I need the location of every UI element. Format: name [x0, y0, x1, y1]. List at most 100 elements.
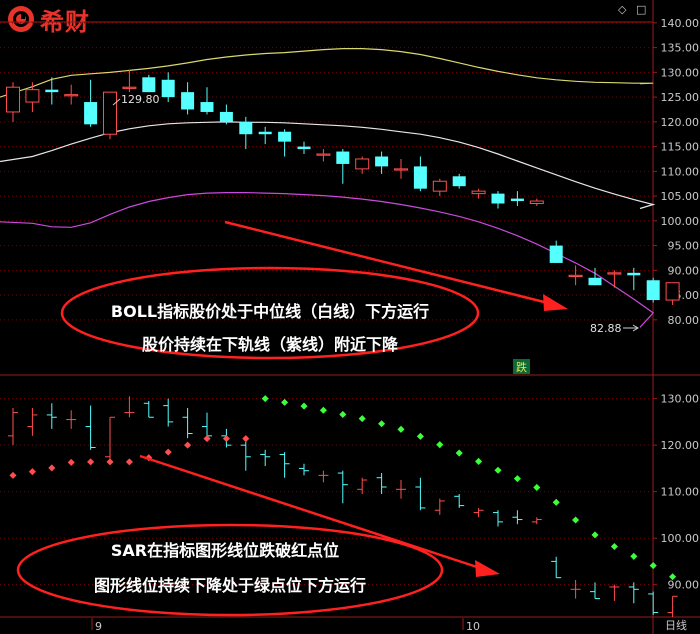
price-tick-label: 95.00	[668, 240, 700, 253]
sar-dot-green	[610, 542, 618, 551]
sar-price-bar	[531, 517, 542, 525]
candle	[84, 79, 98, 127]
sar-price-bar	[337, 470, 348, 504]
sar-price-bar	[396, 480, 406, 499]
sar-annotation-line2: 图形线位持续下降处于绿点位下方运行	[94, 576, 366, 595]
boll-annotation-arrow	[224, 220, 549, 305]
sar-dot-red	[242, 435, 250, 443]
sar-price-bar	[590, 582, 600, 600]
date-label-10: 10	[466, 620, 480, 633]
sar-price-bar	[85, 405, 96, 450]
sar-price-bar	[8, 407, 18, 446]
candle-body	[258, 131, 272, 135]
candle-body	[491, 193, 505, 204]
price-grid	[0, 22, 653, 321]
sar-dot-green	[455, 449, 463, 457]
candle-body	[355, 158, 370, 170]
sar-dot-red	[9, 471, 17, 479]
candle-body	[122, 86, 137, 89]
sar-tick-label: 120.00	[661, 439, 700, 452]
price-tick-label: 120.00	[661, 116, 700, 129]
sar-dot-green	[319, 406, 327, 414]
fall-tag-label: 跌	[516, 360, 527, 374]
sar-price-bar	[27, 407, 38, 436]
sar-price-bar	[260, 449, 271, 467]
candle-body	[413, 166, 427, 189]
sar-dot-red	[164, 448, 172, 456]
sar-dot-green	[591, 531, 599, 539]
candle-body	[64, 94, 79, 97]
candle-body	[200, 102, 214, 112]
sar-dot-green	[494, 466, 502, 474]
period-label: 日线	[665, 618, 687, 632]
candle-body	[181, 92, 195, 110]
candle-body	[432, 180, 447, 192]
candle-body	[25, 89, 40, 103]
sar-price-bar	[357, 477, 368, 494]
sar-price-bar	[434, 498, 445, 515]
sar-price-bar	[667, 595, 678, 618]
sar-dot-red	[87, 458, 95, 466]
candle	[200, 87, 214, 115]
candle-body	[103, 91, 117, 135]
sar-dot-green	[378, 420, 386, 428]
candle	[529, 198, 544, 206]
high-price-label: 129.80	[121, 93, 160, 106]
sar-price-bar	[628, 582, 639, 604]
price-tick-label: 140.00	[661, 17, 700, 30]
candle	[64, 84, 79, 105]
candle-body	[588, 277, 602, 286]
price-tick-label: 105.00	[661, 190, 700, 203]
candle-body	[510, 198, 524, 202]
candle	[394, 158, 408, 179]
price-tick-label: 130.00	[661, 66, 700, 79]
stock-chart: 80.0085.0090.0095.00100.00105.00110.0011…	[0, 0, 700, 634]
price-tick-label: 135.00	[661, 42, 700, 55]
sar-price-bar	[182, 407, 193, 439]
sar-dot-green	[513, 475, 521, 483]
candle	[471, 188, 486, 199]
boll-arrow-head-icon	[543, 294, 568, 311]
price-tick-label: 125.00	[661, 91, 700, 104]
sar-dot-green	[630, 552, 638, 560]
boll-upper-line	[0, 47, 654, 98]
sar-price-bar	[609, 584, 620, 601]
candle	[297, 141, 311, 155]
sar-dot-red	[106, 458, 114, 466]
candle-body	[452, 176, 466, 187]
sar-price-bar	[143, 400, 154, 418]
candle-body	[529, 200, 544, 205]
sar-tick-label: 110.00	[661, 486, 700, 499]
candle	[142, 74, 156, 93]
sar-y-axis: 90.00 100.00 110.00 120.00 130.00	[653, 393, 699, 592]
candle-body	[471, 190, 486, 195]
sar-price-bar	[318, 470, 329, 483]
price-tick-label: 100.00	[661, 215, 700, 228]
sar-dot-green	[572, 516, 580, 524]
sar-dot-green	[416, 432, 424, 440]
sar-price-bar	[202, 412, 212, 439]
last-price-label: 82.88	[590, 322, 622, 335]
candle	[25, 82, 40, 112]
chart-window: 希财 ◇ □ 80.00 85.00 90.00 95.00 100.00 105.00 1…	[0, 0, 700, 634]
price-y-axis: 80.0085.0090.0095.00100.00105.00110.0011…	[653, 17, 699, 327]
sar-price-bar	[512, 510, 523, 525]
candle-body	[394, 168, 408, 171]
sar-dot-green	[552, 498, 560, 506]
sar-price-bar	[299, 463, 309, 476]
candle-body	[607, 272, 622, 275]
sar-dot-green	[533, 483, 541, 492]
candle	[607, 270, 622, 288]
candle-body	[142, 77, 156, 93]
candle	[452, 173, 466, 189]
sar-price-bar	[240, 440, 251, 471]
candle-body	[278, 131, 292, 142]
candle-body	[219, 111, 233, 122]
candle-body	[375, 156, 389, 167]
boll-annotation: BOLL指标股价处于中位线（白线）下方运行 股价持续在下轨线（紫线）附近下降	[60, 220, 568, 360]
boll-annotation-line1: BOLL指标股价处于中位线（白线）下方运行	[111, 302, 429, 321]
candle-body	[336, 151, 350, 164]
sar-tick-label: 100.00	[661, 532, 700, 545]
price-labels: 129.80 82.88 跌	[112, 93, 639, 374]
candle-body	[6, 86, 20, 113]
